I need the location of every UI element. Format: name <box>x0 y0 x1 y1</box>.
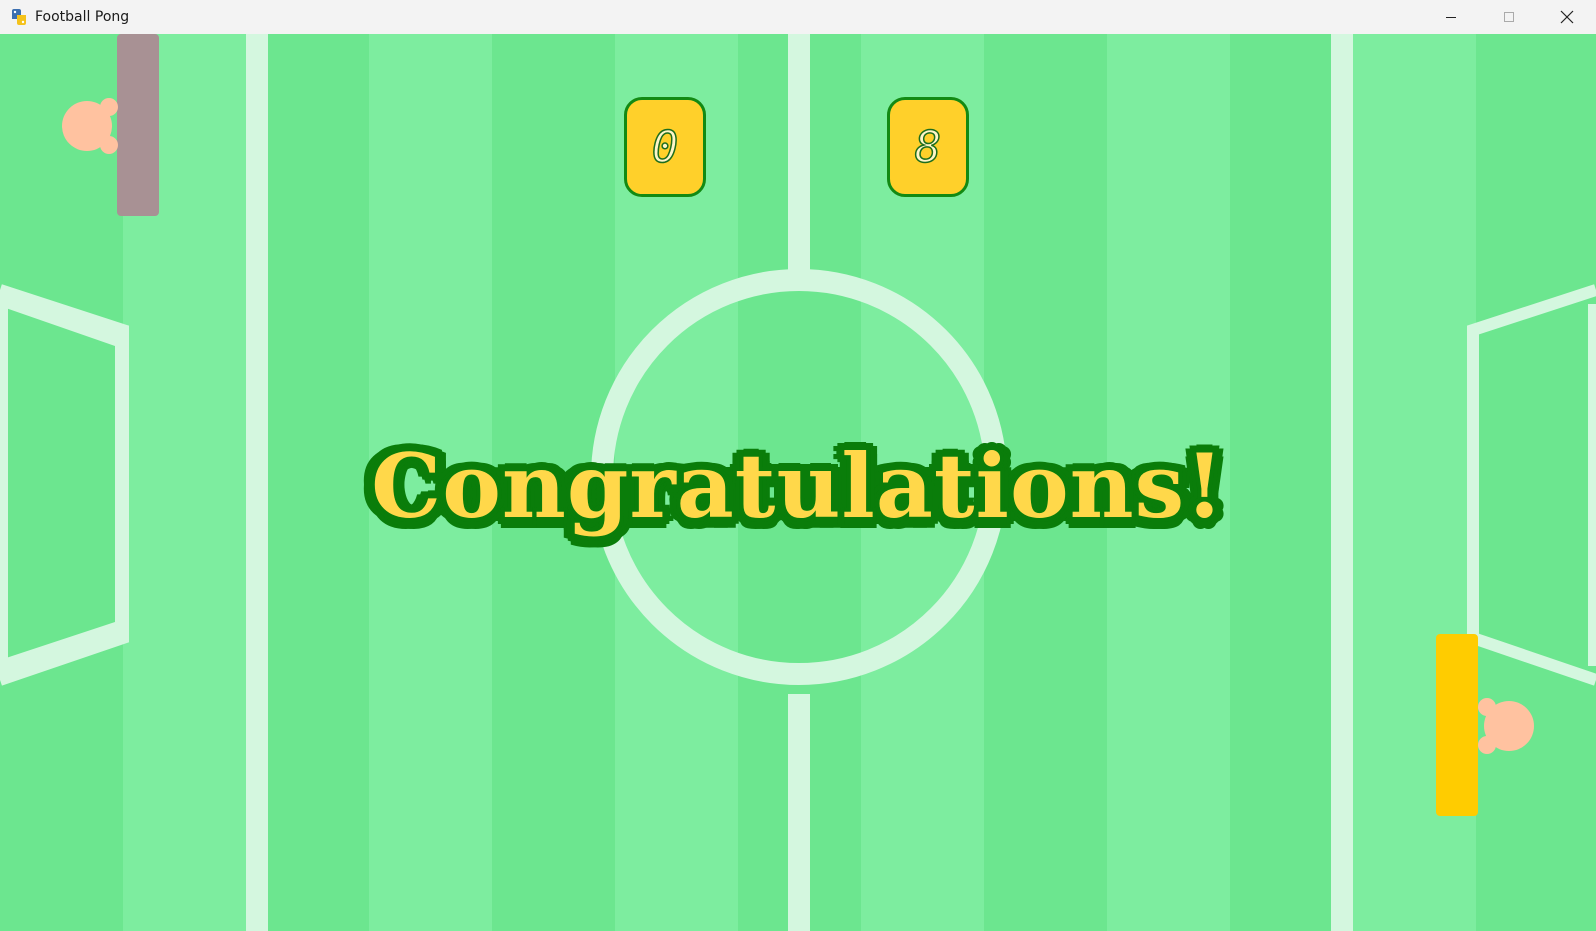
close-button[interactable] <box>1538 0 1596 34</box>
right-score: 8 <box>914 121 942 174</box>
center-line-top <box>788 34 810 274</box>
minimize-button[interactable] <box>1422 0 1480 34</box>
close-icon <box>1560 10 1574 24</box>
python-snake-icon <box>12 9 26 25</box>
left-score-box: 0 <box>624 97 706 197</box>
game-field: 0 8 Congratulations! <box>0 34 1596 931</box>
app-window: Football Pong 0 8 Congratulations! <box>0 0 1596 931</box>
window-title: Football Pong <box>35 9 130 25</box>
right-paddle[interactable] <box>1436 634 1478 816</box>
maximize-button[interactable] <box>1480 0 1538 34</box>
minimize-icon <box>1446 17 1456 18</box>
right-score-box: 8 <box>887 97 969 197</box>
congratulations-message: Congratulations! <box>371 434 1225 538</box>
left-score: 0 <box>651 121 679 174</box>
left-paddle[interactable] <box>117 34 159 216</box>
maximize-icon <box>1504 12 1514 22</box>
title-bar[interactable]: Football Pong <box>0 0 1596 34</box>
window-controls <box>1422 0 1596 34</box>
center-line-bottom <box>788 694 810 931</box>
